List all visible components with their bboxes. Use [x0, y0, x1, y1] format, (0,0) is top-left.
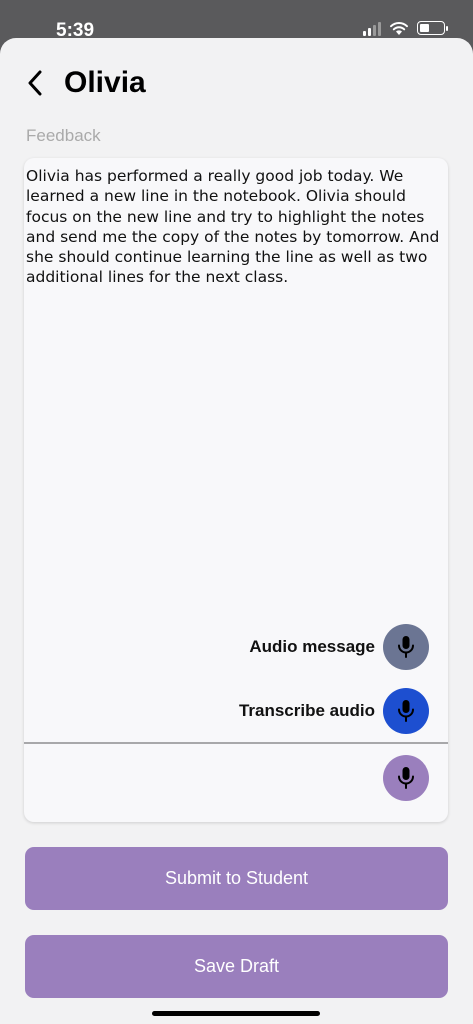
microphone-icon	[398, 767, 414, 789]
wifi-icon	[390, 21, 408, 35]
feedback-label: Feedback	[26, 126, 101, 145]
save-draft-button[interactable]: Save Draft	[25, 935, 448, 998]
record-mic-button[interactable]	[383, 755, 429, 801]
audio-message-button[interactable]	[383, 624, 429, 670]
header: Olivia	[24, 66, 146, 100]
transcribe-audio-label: Transcribe audio	[238, 701, 375, 720]
transcribe-audio-button[interactable]	[383, 688, 429, 734]
microphone-icon	[398, 636, 414, 658]
feedback-textarea[interactable]: Olivia has performed a really good job t…	[26, 166, 444, 288]
status-icons	[363, 20, 448, 36]
microphone-icon	[398, 700, 414, 722]
submit-to-student-button[interactable]: Submit to Student	[25, 847, 448, 910]
transcribe-audio-action[interactable]: Transcribe audio	[239, 688, 429, 734]
chevron-left-icon[interactable]	[24, 68, 46, 98]
audio-message-label: Audio message	[249, 637, 375, 656]
divider	[24, 742, 448, 744]
cellular-signal-icon	[363, 20, 381, 36]
audio-message-action[interactable]: Audio message	[249, 624, 429, 670]
feedback-sheet: Olivia Feedback Olivia has performed a r…	[0, 38, 473, 1024]
home-indicator[interactable]	[152, 1011, 320, 1016]
battery-icon	[417, 21, 448, 35]
status-bar: 5:39	[0, 0, 473, 41]
page-title: Olivia	[64, 66, 146, 99]
feedback-card: Olivia has performed a really good job t…	[24, 158, 448, 822]
